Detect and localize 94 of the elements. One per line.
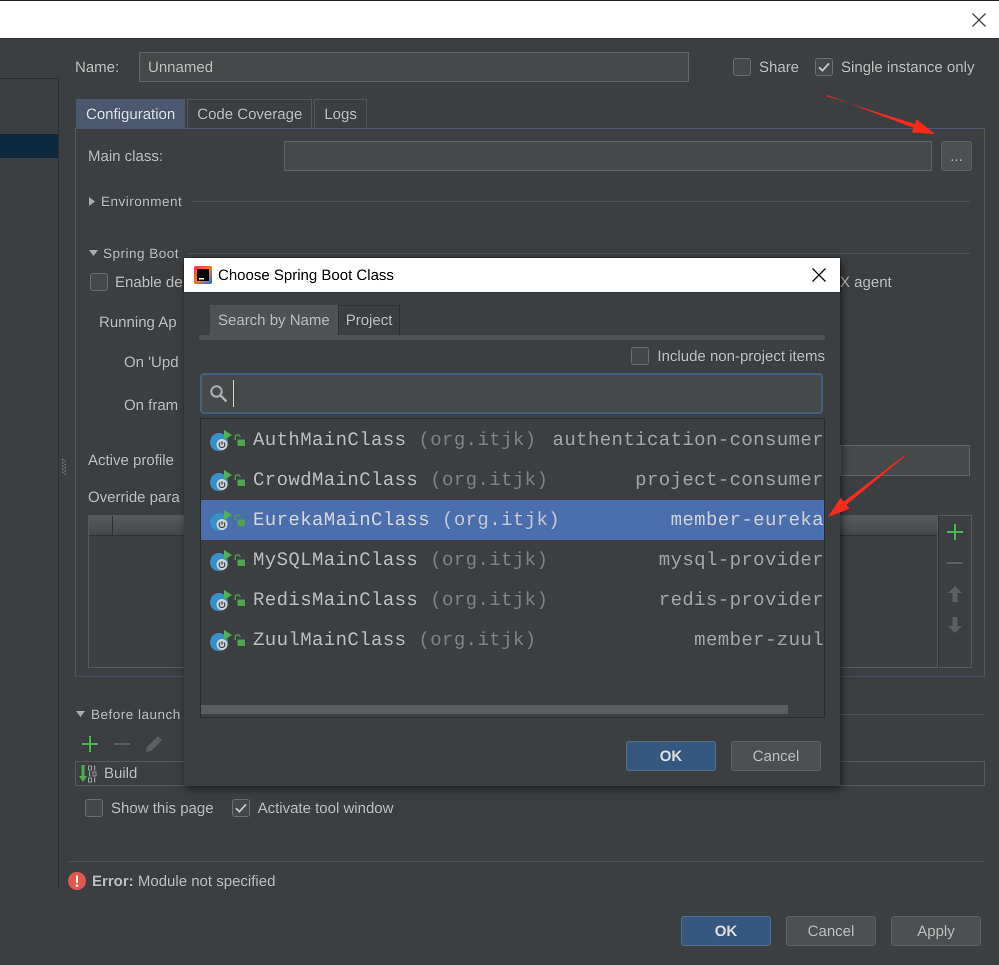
module-name: mysql-provider (658, 549, 824, 571)
module-name: member-eureka (670, 509, 824, 531)
section-title: Environment (101, 194, 182, 208)
unlock-icon (234, 434, 245, 446)
apply-button[interactable]: Apply (891, 916, 981, 946)
module-name: authentication-consumer (552, 429, 824, 451)
check-icon (234, 803, 247, 813)
section-title: Spring Boot (103, 246, 180, 260)
main-class-field[interactable] (284, 141, 932, 171)
check-icon (818, 62, 830, 72)
package-name: (org.itjk) (418, 429, 536, 451)
option-label: Enable de (115, 274, 183, 290)
unlock-icon (234, 594, 245, 606)
class-name: EurekaMainClass (253, 509, 430, 531)
checkbox[interactable] (815, 58, 834, 76)
build-icon (79, 764, 97, 782)
option-label: Show this page (111, 800, 214, 816)
option-label: Activate tool window (258, 800, 394, 816)
option-label: Share (759, 58, 800, 76)
package-name: (org.itjk) (442, 509, 560, 531)
result-row[interactable]: AuthMainClass (org.itjk) authentication-consumer (201, 420, 824, 460)
result-row[interactable]: RedisMainClass (org.itjk) redis-provider (201, 580, 824, 620)
checkbox[interactable] (232, 799, 250, 817)
caret-right-icon[interactable] (89, 196, 95, 206)
field-label: On fram (124, 396, 178, 414)
result-row[interactable]: EurekaMainClass (org.itjk) member-eureka (201, 500, 824, 540)
package-name: (org.itjk) (430, 589, 548, 611)
package-name: (org.itjk) (430, 549, 548, 571)
search-field[interactable] (200, 373, 823, 414)
caret-down-icon[interactable] (76, 711, 85, 717)
checkbox[interactable] (631, 347, 650, 365)
field-label: On 'Upd (124, 354, 179, 370)
option-label: X agent (840, 274, 892, 290)
ok-button[interactable]: OK (626, 741, 716, 771)
name-field[interactable]: Unnamed (139, 52, 689, 82)
checkbox[interactable] (85, 799, 103, 817)
field-label: Override para (88, 488, 180, 506)
error-icon (68, 872, 86, 890)
class-name: AuthMainClass (253, 429, 406, 451)
checkbox[interactable] (733, 58, 751, 76)
class-run-icon (210, 470, 232, 490)
text-cursor (233, 380, 234, 407)
cancel-button[interactable]: Cancel (786, 916, 876, 946)
group-label: Running Ap (99, 314, 177, 330)
tab[interactable]: Code Coverage (187, 99, 312, 128)
task-label: Build (104, 765, 138, 782)
text-field[interactable] (840, 445, 970, 476)
result-row[interactable]: CrowdMainClass (org.itjk) project-consumer (201, 460, 824, 500)
package-name: (org.itjk) (430, 469, 548, 491)
unlock-icon (234, 514, 245, 526)
option-label: Single instance only (841, 58, 974, 76)
tab[interactable]: Configuration (76, 99, 186, 128)
add-icon[interactable] (82, 736, 98, 752)
sidebar-item[interactable] (0, 134, 58, 158)
option-label: Include non-project items (657, 348, 825, 364)
browse-button[interactable]: ... (941, 141, 972, 171)
unlock-icon (234, 634, 245, 646)
cancel-button[interactable]: Cancel (731, 741, 821, 771)
package-name: (org.itjk) (418, 629, 536, 651)
section-title: Before launch (91, 706, 181, 722)
class-run-icon (210, 430, 232, 450)
unlock-icon (234, 554, 245, 566)
result-row[interactable]: MySQLMainClass (org.itjk) mysql-provider (201, 540, 824, 580)
class-run-icon (210, 550, 232, 570)
class-name: RedisMainClass (253, 589, 418, 611)
field-label: Active profile (88, 452, 174, 469)
unlock-icon (234, 474, 245, 486)
name-label: Name: (75, 58, 120, 76)
result-row[interactable]: ZuulMainClass (org.itjk) member-zuul (201, 620, 824, 660)
class-name: MySQLMainClass (253, 549, 418, 571)
tab[interactable]: Logs (314, 99, 367, 128)
class-run-icon (210, 510, 232, 530)
close-icon[interactable] (972, 12, 986, 26)
search-icon (210, 385, 227, 402)
class-name: ZuulMainClass (253, 629, 406, 651)
close-icon[interactable] (812, 268, 826, 282)
scrollbar[interactable] (201, 705, 788, 714)
tab[interactable]: Search by Name (210, 305, 338, 335)
class-name: CrowdMainClass (253, 469, 418, 491)
grip-icon[interactable] (62, 459, 66, 475)
module-name: project-consumer (634, 469, 824, 491)
app-logo-icon (194, 266, 212, 284)
caret-down-icon[interactable] (89, 250, 98, 256)
checkbox[interactable] (90, 273, 108, 291)
tab[interactable]: Project (338, 305, 400, 335)
error-message: Error: Module not specified (92, 872, 276, 890)
ok-button[interactable]: OK (681, 916, 771, 946)
class-run-icon (210, 630, 232, 650)
module-name: member-zuul (693, 629, 824, 651)
class-run-icon (210, 590, 232, 610)
field-label: Main class: (88, 148, 164, 164)
module-name: redis-provider (658, 589, 824, 611)
dialog-title: Choose Spring Boot Class (218, 266, 394, 284)
add-icon[interactable] (947, 524, 963, 540)
